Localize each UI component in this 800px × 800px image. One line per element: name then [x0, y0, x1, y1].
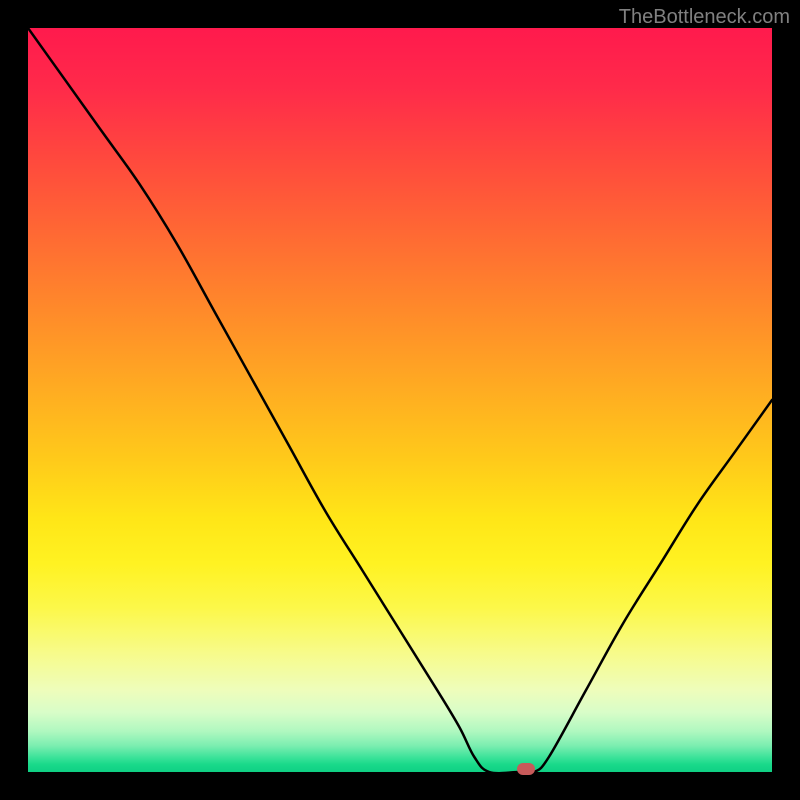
watermark-text: TheBottleneck.com [619, 6, 790, 29]
bottleneck-curve-path [28, 28, 772, 772]
bottleneck-curve-svg [28, 28, 772, 772]
chart-background [28, 28, 772, 772]
minimum-marker [517, 763, 535, 775]
